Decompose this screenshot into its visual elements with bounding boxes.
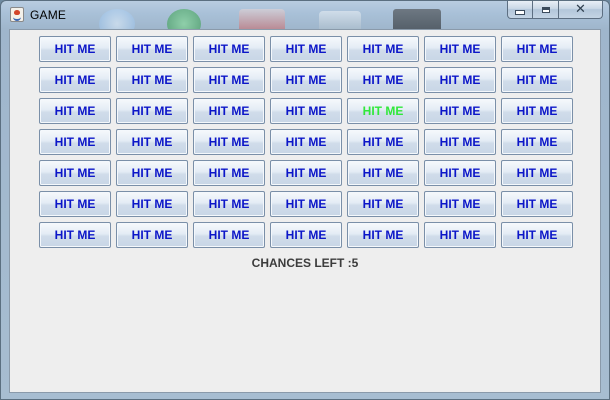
java-cup-icon[interactable] bbox=[10, 7, 24, 22]
hit-me-button[interactable]: HIT ME bbox=[424, 36, 496, 62]
hit-me-button[interactable]: HIT ME bbox=[424, 98, 496, 124]
hit-me-button[interactable]: HIT ME bbox=[270, 67, 342, 93]
hit-me-button[interactable]: HIT ME bbox=[39, 36, 111, 62]
hit-me-button[interactable]: HIT ME bbox=[347, 98, 419, 124]
hit-me-button[interactable]: HIT ME bbox=[424, 160, 496, 186]
hit-me-button[interactable]: HIT ME bbox=[424, 191, 496, 217]
minimize-button[interactable] bbox=[507, 1, 533, 19]
hit-me-button[interactable]: HIT ME bbox=[116, 129, 188, 155]
chances-left-label: CHANCES LEFT :5 bbox=[251, 256, 359, 270]
hit-me-button[interactable]: HIT ME bbox=[39, 160, 111, 186]
hit-me-button[interactable]: HIT ME bbox=[270, 222, 342, 248]
hit-me-button[interactable]: HIT ME bbox=[501, 36, 573, 62]
hit-me-button[interactable]: HIT ME bbox=[270, 129, 342, 155]
game-panel: HIT ME HIT ME HIT ME HIT ME HIT ME HIT ME HIT … bbox=[9, 29, 601, 393]
hit-me-button[interactable]: HIT ME bbox=[193, 222, 265, 248]
hit-me-button[interactable]: HIT ME bbox=[116, 222, 188, 248]
hit-me-button[interactable]: HIT ME bbox=[270, 36, 342, 62]
hit-me-button[interactable]: HIT ME bbox=[501, 98, 573, 124]
hit-me-button[interactable]: HIT ME bbox=[116, 67, 188, 93]
hit-button-grid: HIT ME HIT ME HIT ME HIT ME HIT ME HIT ME HIT … bbox=[39, 36, 573, 248]
hit-me-button[interactable]: HIT ME bbox=[39, 191, 111, 217]
hit-me-button[interactable]: HIT ME bbox=[347, 129, 419, 155]
hit-me-button[interactable]: HIT ME bbox=[347, 36, 419, 62]
close-button[interactable]: ✕ bbox=[559, 1, 603, 19]
hit-me-button[interactable]: HIT ME bbox=[424, 222, 496, 248]
minimize-icon bbox=[515, 10, 525, 15]
hit-me-button[interactable]: HIT ME bbox=[116, 160, 188, 186]
hit-me-button[interactable]: HIT ME bbox=[501, 129, 573, 155]
window-title: GAME bbox=[30, 8, 67, 22]
maximize-button[interactable] bbox=[533, 1, 559, 19]
hit-me-button[interactable]: HIT ME bbox=[39, 67, 111, 93]
game-window: GAME ✕ HIT ME HIT ME HIT ME HIT ME HIT ME HIT… bbox=[0, 0, 610, 400]
hit-me-button[interactable]: HIT ME bbox=[270, 160, 342, 186]
hit-me-button[interactable]: HIT ME bbox=[193, 36, 265, 62]
hit-me-button[interactable]: HIT ME bbox=[39, 98, 111, 124]
hit-me-button[interactable]: HIT ME bbox=[193, 98, 265, 124]
hit-me-button[interactable]: HIT ME bbox=[193, 129, 265, 155]
hit-me-button[interactable]: HIT ME bbox=[501, 191, 573, 217]
hit-me-button[interactable]: HIT ME bbox=[501, 160, 573, 186]
hit-me-button[interactable]: HIT ME bbox=[193, 67, 265, 93]
hit-me-button[interactable]: HIT ME bbox=[116, 191, 188, 217]
maximize-icon bbox=[541, 6, 550, 13]
hit-me-button[interactable]: HIT ME bbox=[347, 67, 419, 93]
hit-me-button[interactable]: HIT ME bbox=[424, 129, 496, 155]
title-bar[interactable]: GAME ✕ bbox=[1, 1, 609, 29]
hit-me-button[interactable]: HIT ME bbox=[193, 160, 265, 186]
hit-me-button[interactable]: HIT ME bbox=[501, 222, 573, 248]
hit-me-button[interactable]: HIT ME bbox=[347, 191, 419, 217]
hit-me-button[interactable]: HIT ME bbox=[347, 160, 419, 186]
hit-me-button[interactable]: HIT ME bbox=[270, 191, 342, 217]
hit-me-button[interactable]: HIT ME bbox=[116, 36, 188, 62]
hit-me-button[interactable]: HIT ME bbox=[347, 222, 419, 248]
hit-me-button[interactable]: HIT ME bbox=[501, 67, 573, 93]
hit-me-button[interactable]: HIT ME bbox=[424, 67, 496, 93]
window-controls: ✕ bbox=[507, 1, 603, 20]
hit-me-button[interactable]: HIT ME bbox=[39, 222, 111, 248]
hit-me-button[interactable]: HIT ME bbox=[270, 98, 342, 124]
hit-me-button[interactable]: HIT ME bbox=[39, 129, 111, 155]
close-icon: ✕ bbox=[575, 2, 586, 17]
hit-me-button[interactable]: HIT ME bbox=[116, 98, 188, 124]
hit-me-button[interactable]: HIT ME bbox=[193, 191, 265, 217]
